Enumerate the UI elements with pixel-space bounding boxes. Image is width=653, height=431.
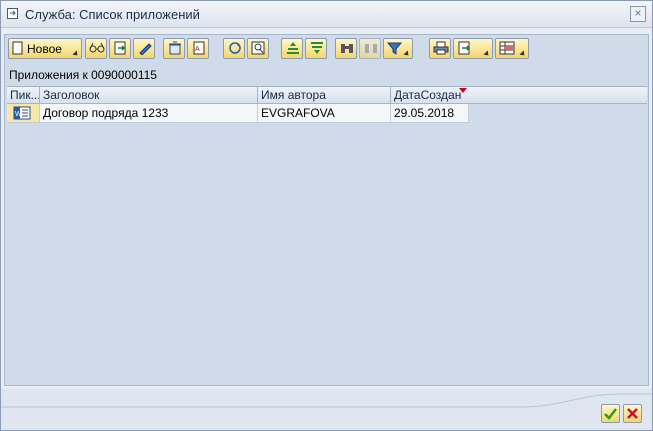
import-icon: [114, 41, 126, 55]
pdf-icon: A: [193, 41, 205, 55]
filter-button[interactable]: [383, 38, 413, 59]
list-heading: Приложения к 0090000115: [9, 68, 157, 82]
close-button[interactable]: ×: [630, 6, 646, 22]
sort-ascending-icon: [287, 42, 299, 54]
export-button[interactable]: [453, 38, 493, 59]
pencil-icon: [139, 43, 152, 55]
refresh-icon: [229, 42, 241, 54]
column-header-date-label: ДатаСоздан: [394, 88, 462, 102]
dropdown-arrow-icon: [403, 50, 411, 58]
column-header-title[interactable]: Заголовок: [40, 87, 258, 104]
title-bar: Служба: Список приложений ×: [1, 1, 652, 28]
column-header-author[interactable]: Имя автора: [258, 87, 391, 104]
trash-icon: [169, 41, 181, 55]
layout-grid-icon: [499, 41, 515, 55]
delete-button[interactable]: [163, 38, 185, 59]
binoculars-icon: [341, 44, 353, 53]
word-doc-icon: W: [13, 106, 31, 120]
zoom-icon: [251, 41, 265, 55]
layout-button[interactable]: [495, 38, 529, 59]
column-header-date[interactable]: ДатаСоздан: [391, 87, 469, 104]
new-button[interactable]: Новое: [8, 38, 82, 59]
row-author-cell[interactable]: EVGRAFOVA: [258, 104, 391, 123]
ok-button[interactable]: [601, 404, 620, 423]
import-button[interactable]: [109, 38, 131, 59]
print-button[interactable]: [429, 38, 451, 59]
checkmark-icon: [604, 408, 617, 420]
find-button[interactable]: [335, 38, 357, 59]
dropdown-arrow-icon: [483, 50, 491, 58]
table-row[interactable]: W Договор подряда 1233 EVGRAFOVA 29.05.2…: [7, 104, 469, 123]
new-document-icon: [12, 41, 23, 55]
cancel-x-icon: [627, 408, 638, 419]
dialog-window: Служба: Список приложений × Новое A Прил…: [0, 0, 653, 431]
footer-decoration: [1, 393, 652, 408]
find-next-button[interactable]: [359, 38, 381, 59]
content-area: Новое A Приложения к 0090000115 Пик... З…: [4, 34, 649, 386]
find-next-icon: [365, 44, 377, 53]
export-icon: [458, 41, 471, 55]
row-date-cell[interactable]: 29.05.2018: [391, 104, 469, 123]
sort-descending-button[interactable]: [305, 38, 327, 59]
zoom-button[interactable]: [247, 38, 269, 59]
new-button-label: Новое: [27, 42, 62, 56]
filter-icon: [387, 42, 403, 55]
glasses-icon: [89, 42, 105, 53]
table-header: Пик... Заголовок Имя автора ДатаСоздан: [7, 86, 647, 104]
cancel-button[interactable]: [623, 404, 642, 423]
print-icon: [433, 41, 449, 55]
row-icon-cell[interactable]: W: [7, 104, 40, 123]
column-header-icon[interactable]: Пик...: [7, 87, 40, 104]
pdf-button[interactable]: A: [187, 38, 209, 59]
sort-ascending-button[interactable]: [281, 38, 303, 59]
svg-text:W: W: [15, 111, 22, 118]
sort-indicator-icon: [459, 88, 467, 93]
edit-button[interactable]: [133, 38, 155, 59]
svg-text:A: A: [195, 46, 200, 53]
display-button[interactable]: [85, 38, 107, 59]
dropdown-arrow-icon: [519, 50, 527, 58]
window-title: Служба: Список приложений: [25, 7, 200, 22]
window-icon: [7, 8, 18, 19]
row-title-cell[interactable]: Договор подряда 1233: [40, 104, 258, 123]
footer-bar: [1, 389, 652, 430]
dropdown-arrow-icon: [72, 50, 80, 58]
sort-descending-icon: [311, 42, 323, 54]
toolbar: Новое A: [8, 38, 648, 60]
refresh-button[interactable]: [223, 38, 245, 59]
